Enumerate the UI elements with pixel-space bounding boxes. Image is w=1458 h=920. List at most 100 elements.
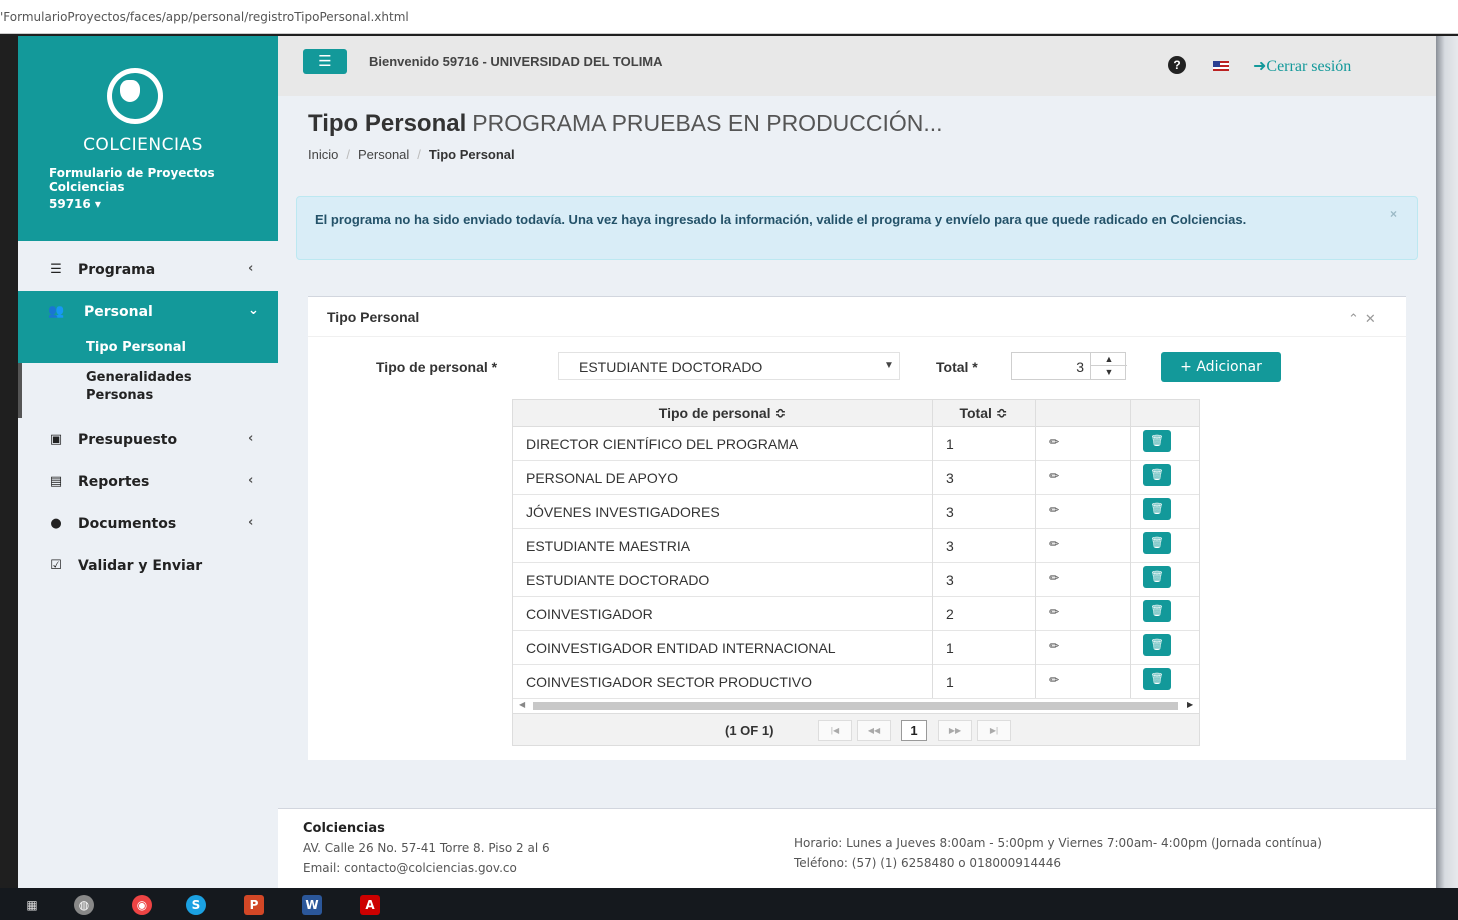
sidebar: COLCIENCIAS Formulario de Proyectos Colc… <box>18 36 278 888</box>
footer-org: Colciencias <box>303 821 385 836</box>
skype-icon[interactable]: S <box>186 895 206 915</box>
table-row: COINVESTIGADOR 2 ✏ 🗑 <box>513 597 1199 631</box>
brand-subtitle: Formulario de Proyectos Colciencias <box>49 166 215 194</box>
edit-pencil-icon[interactable]: ✏ <box>1049 639 1059 653</box>
breadcrumb-personal[interactable]: Personal <box>358 147 409 162</box>
file-icon: ▤ <box>49 474 63 489</box>
edit-pencil-icon[interactable]: ✏ <box>1049 503 1059 517</box>
increment-button[interactable]: ▲ <box>1091 353 1127 366</box>
total-input[interactable]: 3 <box>1012 359 1084 375</box>
select-value: ESTUDIANTE DOCTORADO <box>579 359 763 375</box>
breadcrumb-inicio[interactable]: Inicio <box>308 147 338 162</box>
sidebar-item-documentos[interactable]: ● Documentos ‹ <box>18 503 278 545</box>
column-header-total[interactable]: Total ≎ <box>932 405 1035 422</box>
edit-pencil-icon[interactable]: ✏ <box>1049 673 1059 687</box>
delete-trash-button[interactable]: 🗑 <box>1143 532 1171 554</box>
edit-pencil-icon[interactable]: ✏ <box>1049 435 1059 449</box>
first-page-button[interactable]: |◀ <box>818 720 852 741</box>
logout-link[interactable]: ➜Cerrar sesión <box>1253 56 1351 76</box>
next-page-button[interactable]: ▶▶ <box>938 720 972 741</box>
sidebar-subitem-tipo-personal[interactable]: Tipo Personal <box>18 333 278 363</box>
app-window: COLCIENCIAS Formulario de Proyectos Colc… <box>18 36 1436 888</box>
browser-address-bar[interactable]: 'FormularioProyectos/faces/app/personal/… <box>0 0 1458 34</box>
alert-message: El programa no ha sido enviado todavía. … <box>315 212 1247 227</box>
calculator-icon[interactable]: ▦ <box>22 895 42 915</box>
cell-tipo: JÓVENES INVESTIGADORES <box>526 504 720 520</box>
word-icon[interactable]: W <box>302 895 322 915</box>
table-row: PERSONAL DE APOYO 3 ✏ 🗑 <box>513 461 1199 495</box>
footer-email: Email: contacto@colciencias.gov.co <box>303 861 517 875</box>
logout-label: Cerrar sesión <box>1266 58 1352 75</box>
sidebar-subitem-generalidades[interactable]: Generalidades Personas <box>86 369 256 405</box>
table-body: DIRECTOR CIENTÍFICO DEL PROGRAMA 1 ✏ 🗑 PERSO… <box>513 427 1199 699</box>
prev-page-button[interactable]: ◀◀ <box>857 720 891 741</box>
scroll-right-icon[interactable]: ▶ <box>1187 700 1193 709</box>
sidebar-item-personal[interactable]: 👥 Personal ⌄ <box>18 291 278 333</box>
adicionar-button[interactable]: + Adicionar <box>1161 352 1281 382</box>
user-dropdown[interactable]: 59716 ▾ <box>49 197 101 211</box>
panel-title: Tipo Personal <box>327 309 420 325</box>
top-navbar: ☰ Bienvenido 59716 - UNIVERSIDAD DEL TOL… <box>278 36 1436 96</box>
delete-trash-button[interactable]: 🗑 <box>1143 566 1171 588</box>
sidebar-item-validar[interactable]: ☑ Validar y Enviar <box>18 545 278 587</box>
colombia-seal-logo <box>107 68 163 124</box>
delete-trash-button[interactable]: 🗑 <box>1143 498 1171 520</box>
page-title: Tipo Personal PROGRAMA PRUEBAS EN PRODUCC… <box>308 110 943 138</box>
table-row: COINVESTIGADOR SECTOR PRODUCTIVO 1 ✏ 🗑 <box>513 665 1199 699</box>
column-header-tipo[interactable]: Tipo de personal ≎ <box>513 405 932 422</box>
help-icon[interactable]: ? <box>1168 56 1186 74</box>
delete-trash-button[interactable]: 🗑 <box>1143 600 1171 622</box>
users-icon: 👥 <box>48 304 65 319</box>
total-stepper[interactable]: 3 ▲ ▼ <box>1011 352 1127 380</box>
chrome-icon[interactable]: ◉ <box>132 895 152 915</box>
delete-trash-button[interactable]: 🗑 <box>1143 464 1171 486</box>
total-label: Total * <box>936 359 978 375</box>
alert-close-button[interactable]: × <box>1390 207 1397 221</box>
cell-total: 3 <box>946 572 954 588</box>
column-divider <box>932 400 933 698</box>
delete-trash-button[interactable]: 🗑 <box>1143 634 1171 656</box>
tipo-personal-select[interactable]: ESTUDIANTE DOCTORADO ▼ <box>558 352 900 380</box>
chevron-left-icon: ‹ <box>248 261 254 276</box>
edit-pencil-icon[interactable]: ✏ <box>1049 605 1059 619</box>
list-icon: ☰ <box>50 262 62 277</box>
url-text[interactable]: 'FormularioProyectos/faces/app/personal/… <box>0 10 409 24</box>
collapse-icon[interactable]: ⌃ <box>1348 311 1365 326</box>
info-alert: El programa no ha sido enviado todavía. … <box>296 196 1418 260</box>
check-square-icon: ☑ <box>50 558 62 573</box>
scroll-thumb[interactable] <box>533 702 1178 710</box>
sidebar-item-programa[interactable]: ☰ Programa ‹ <box>18 249 278 291</box>
footer-address: AV. Calle 26 No. 57-41 Torre 8. Piso 2 a… <box>303 841 550 855</box>
table-row: ESTUDIANTE MAESTRIA 3 ✏ 🗑 <box>513 529 1199 563</box>
menu-toggle-button[interactable]: ☰ <box>303 49 347 74</box>
welcome-text: Bienvenido 59716 - UNIVERSIDAD DEL TOLIM… <box>369 54 663 69</box>
table-row: JÓVENES INVESTIGADORES 3 ✏ 🗑 <box>513 495 1199 529</box>
powerpoint-icon[interactable]: P <box>244 895 264 915</box>
us-flag-icon[interactable] <box>1213 61 1229 71</box>
breadcrumb-separator: / <box>346 147 350 162</box>
close-icon[interactable]: ✕ <box>1365 311 1382 326</box>
edit-pencil-icon[interactable]: ✏ <box>1049 571 1059 585</box>
cell-total: 3 <box>946 504 954 520</box>
app-icon[interactable]: ◍ <box>74 895 94 915</box>
delete-trash-button[interactable]: 🗑 <box>1143 430 1171 452</box>
delete-trash-button[interactable]: 🗑 <box>1143 668 1171 690</box>
cell-total: 3 <box>946 538 954 554</box>
sidebar-item-reportes[interactable]: ▤ Reportes ‹ <box>18 461 278 503</box>
decrement-button[interactable]: ▼ <box>1091 366 1127 379</box>
page-number-button[interactable]: 1 <box>901 720 927 741</box>
scroll-left-icon[interactable]: ◀ <box>519 700 525 709</box>
edit-pencil-icon[interactable]: ✏ <box>1049 537 1059 551</box>
tipo-personal-table: Tipo de personal ≎ Total ≎ DIRECTOR CIEN… <box>512 399 1200 746</box>
brand-header: COLCIENCIAS Formulario de Proyectos Colc… <box>18 36 278 241</box>
page-footer: Colciencias AV. Calle 26 No. 57-41 Torre… <box>278 808 1436 888</box>
edit-pencil-icon[interactable]: ✏ <box>1049 469 1059 483</box>
acrobat-icon[interactable]: A <box>360 895 380 915</box>
paginator: (1 OF 1) |◀ ◀◀ 1 ▶▶ ▶| <box>513 713 1199 745</box>
table-header: Tipo de personal ≎ Total ≎ <box>513 400 1199 427</box>
last-page-button[interactable]: ▶| <box>977 720 1011 741</box>
brand-name: COLCIENCIAS <box>83 135 203 155</box>
horizontal-scrollbar[interactable]: ◀ ▶ <box>513 699 1199 713</box>
page-report: (1 OF 1) <box>725 723 774 738</box>
sidebar-item-presupuesto[interactable]: ▣ Presupuesto ‹ <box>18 419 278 461</box>
